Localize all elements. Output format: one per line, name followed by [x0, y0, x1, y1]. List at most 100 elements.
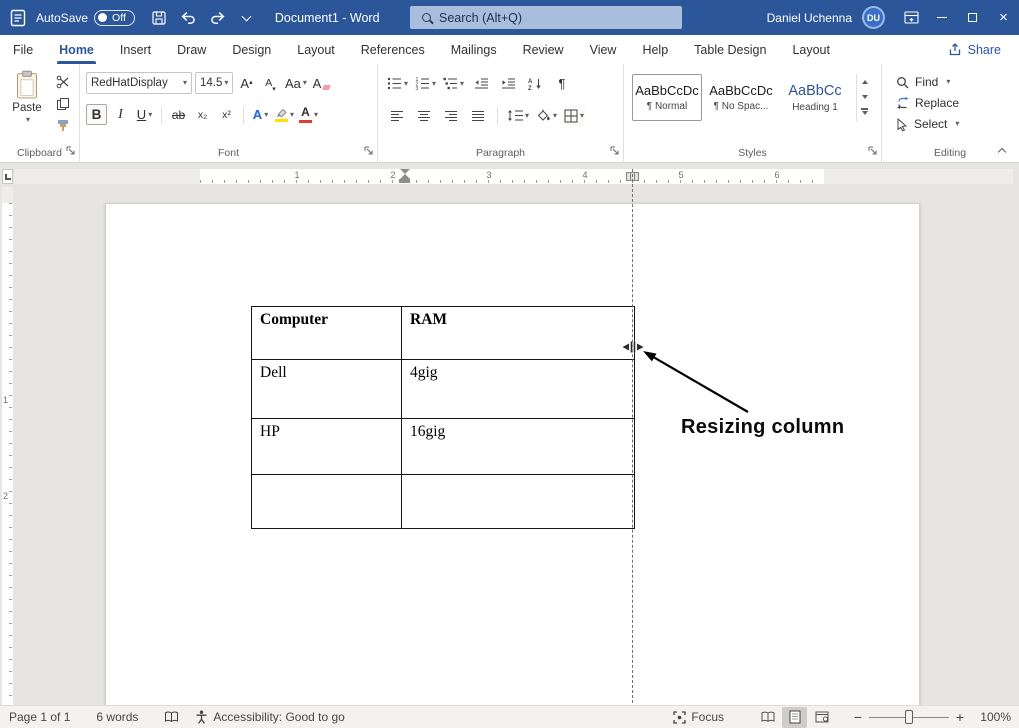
- decrease-indent-button[interactable]: [470, 73, 492, 94]
- minimize-button[interactable]: [926, 0, 957, 35]
- numbering-button[interactable]: 123: [414, 73, 437, 94]
- find-button[interactable]: Find: [896, 75, 1018, 89]
- document-table[interactable]: Computer RAM Dell 4gig HP 16gig: [251, 306, 635, 529]
- borders-button[interactable]: [563, 105, 585, 126]
- user-name[interactable]: Daniel Uchenna: [767, 11, 852, 25]
- zoom-in-button[interactable]: +: [951, 709, 969, 725]
- table-cell[interactable]: RAM: [402, 307, 635, 360]
- ribbon-display-options-button[interactable]: [897, 0, 926, 35]
- font-dialog-launcher-icon[interactable]: [364, 143, 373, 158]
- indent-marker[interactable]: [399, 169, 410, 184]
- align-left-button[interactable]: [386, 105, 408, 126]
- style-heading-1[interactable]: AaBbCc Heading 1: [780, 74, 850, 121]
- autosave-toggle[interactable]: AutoSave Off: [36, 10, 135, 26]
- superscript-button[interactable]: x²: [216, 104, 237, 125]
- multilevel-list-button[interactable]: [442, 73, 465, 94]
- show-hide-formatting-button[interactable]: ¶: [551, 73, 573, 94]
- undo-button[interactable]: [174, 0, 203, 35]
- grow-font-button[interactable]: A: [236, 73, 257, 94]
- clear-formatting-button[interactable]: A: [311, 73, 332, 94]
- proofing-status-button[interactable]: [160, 711, 183, 723]
- page-number-status[interactable]: Page 1 of 1: [5, 710, 74, 724]
- share-button[interactable]: Share: [930, 35, 1019, 64]
- tab-table-design[interactable]: Table Design: [681, 35, 779, 64]
- style-no-spacing[interactable]: AaBbCcDc ¶ No Spac...: [706, 74, 776, 121]
- sort-button[interactable]: AZ: [524, 73, 546, 94]
- shrink-font-button[interactable]: A: [260, 73, 281, 94]
- zoom-slider[interactable]: [869, 709, 949, 725]
- table-row[interactable]: HP 16gig: [252, 419, 635, 475]
- tab-references[interactable]: References: [348, 35, 438, 64]
- tab-home[interactable]: Home: [46, 35, 107, 64]
- text-effects-button[interactable]: A: [250, 104, 271, 125]
- table-cell[interactable]: HP: [252, 419, 402, 475]
- redo-button[interactable]: [203, 0, 232, 35]
- copy-button[interactable]: [54, 96, 72, 112]
- paragraph-dialog-launcher-icon[interactable]: [610, 143, 619, 158]
- word-count-status[interactable]: 6 words: [92, 710, 142, 724]
- document-page[interactable]: Computer RAM Dell 4gig HP 16gig: [105, 203, 920, 705]
- strikethrough-button[interactable]: ab: [168, 104, 189, 125]
- accessibility-status[interactable]: Accessibility: Good to go: [191, 710, 348, 724]
- tab-layout[interactable]: Layout: [284, 35, 348, 64]
- subscript-button[interactable]: x₂: [192, 104, 213, 125]
- read-mode-button[interactable]: [755, 707, 780, 728]
- highlight-color-button[interactable]: [274, 104, 295, 125]
- zoom-slider-thumb[interactable]: [905, 710, 913, 724]
- tab-mailings[interactable]: Mailings: [438, 35, 510, 64]
- align-right-button[interactable]: [440, 105, 462, 126]
- styles-scroll-up-button[interactable]: [857, 74, 872, 89]
- table-cell[interactable]: Dell: [252, 360, 402, 419]
- left-indent-icon[interactable]: [399, 179, 410, 183]
- horizontal-ruler[interactable]: 1 2 3 4 5 6: [14, 169, 1013, 184]
- align-center-button[interactable]: [413, 105, 435, 126]
- font-name-select[interactable]: RedHatDisplay: [86, 72, 192, 94]
- styles-dialog-launcher-icon[interactable]: [868, 143, 877, 158]
- print-layout-button[interactable]: [782, 707, 807, 728]
- select-button[interactable]: Select: [896, 117, 1018, 131]
- quick-access-toolbar-chevron[interactable]: [232, 0, 261, 35]
- focus-mode-button[interactable]: Focus: [669, 710, 728, 724]
- styles-scroll-down-button[interactable]: [857, 89, 872, 104]
- table-cell[interactable]: [252, 475, 402, 529]
- increase-indent-button[interactable]: [497, 73, 519, 94]
- cut-button[interactable]: [54, 74, 72, 90]
- zoom-out-button[interactable]: −: [849, 709, 867, 725]
- bold-button[interactable]: B: [86, 104, 107, 125]
- font-size-select[interactable]: 14.5: [195, 72, 233, 94]
- user-avatar[interactable]: DU: [862, 6, 885, 29]
- tab-insert[interactable]: Insert: [107, 35, 164, 64]
- word-logo-icon[interactable]: [0, 9, 36, 27]
- autosave-switch[interactable]: Off: [94, 10, 135, 26]
- bullets-button[interactable]: [386, 73, 409, 94]
- table-cell[interactable]: 4gig: [402, 360, 635, 419]
- shading-button[interactable]: [535, 105, 558, 126]
- search-box[interactable]: Search (Alt+Q): [410, 6, 682, 29]
- close-button[interactable]: ×: [988, 0, 1019, 35]
- line-spacing-button[interactable]: [506, 105, 530, 126]
- web-layout-button[interactable]: [809, 707, 834, 728]
- save-button[interactable]: [145, 0, 174, 35]
- underline-button[interactable]: U: [134, 104, 155, 125]
- vertical-ruler[interactable]: 1 2: [2, 187, 13, 705]
- collapse-ribbon-button[interactable]: [993, 143, 1011, 157]
- document-canvas[interactable]: Computer RAM Dell 4gig HP 16gig: [0, 186, 1019, 705]
- style-normal[interactable]: AaBbCcDc ¶ Normal: [632, 74, 702, 121]
- tab-layout-contextual[interactable]: Layout: [779, 35, 843, 64]
- tab-selector-button[interactable]: [2, 169, 13, 184]
- format-painter-button[interactable]: [54, 118, 72, 134]
- tab-review[interactable]: Review: [510, 35, 577, 64]
- zoom-level[interactable]: 100%: [973, 710, 1011, 724]
- tab-view[interactable]: View: [577, 35, 630, 64]
- table-row[interactable]: Computer RAM: [252, 307, 635, 360]
- table-cell[interactable]: 16gig: [402, 419, 635, 475]
- italic-button[interactable]: I: [110, 104, 131, 125]
- table-row[interactable]: Dell 4gig: [252, 360, 635, 419]
- change-case-button[interactable]: Aa: [284, 73, 308, 94]
- table-row[interactable]: [252, 475, 635, 529]
- clipboard-dialog-launcher-icon[interactable]: [66, 143, 75, 158]
- tab-help[interactable]: Help: [629, 35, 681, 64]
- styles-more-button[interactable]: [857, 104, 872, 119]
- justify-button[interactable]: [467, 105, 489, 126]
- tab-file[interactable]: File: [0, 35, 46, 64]
